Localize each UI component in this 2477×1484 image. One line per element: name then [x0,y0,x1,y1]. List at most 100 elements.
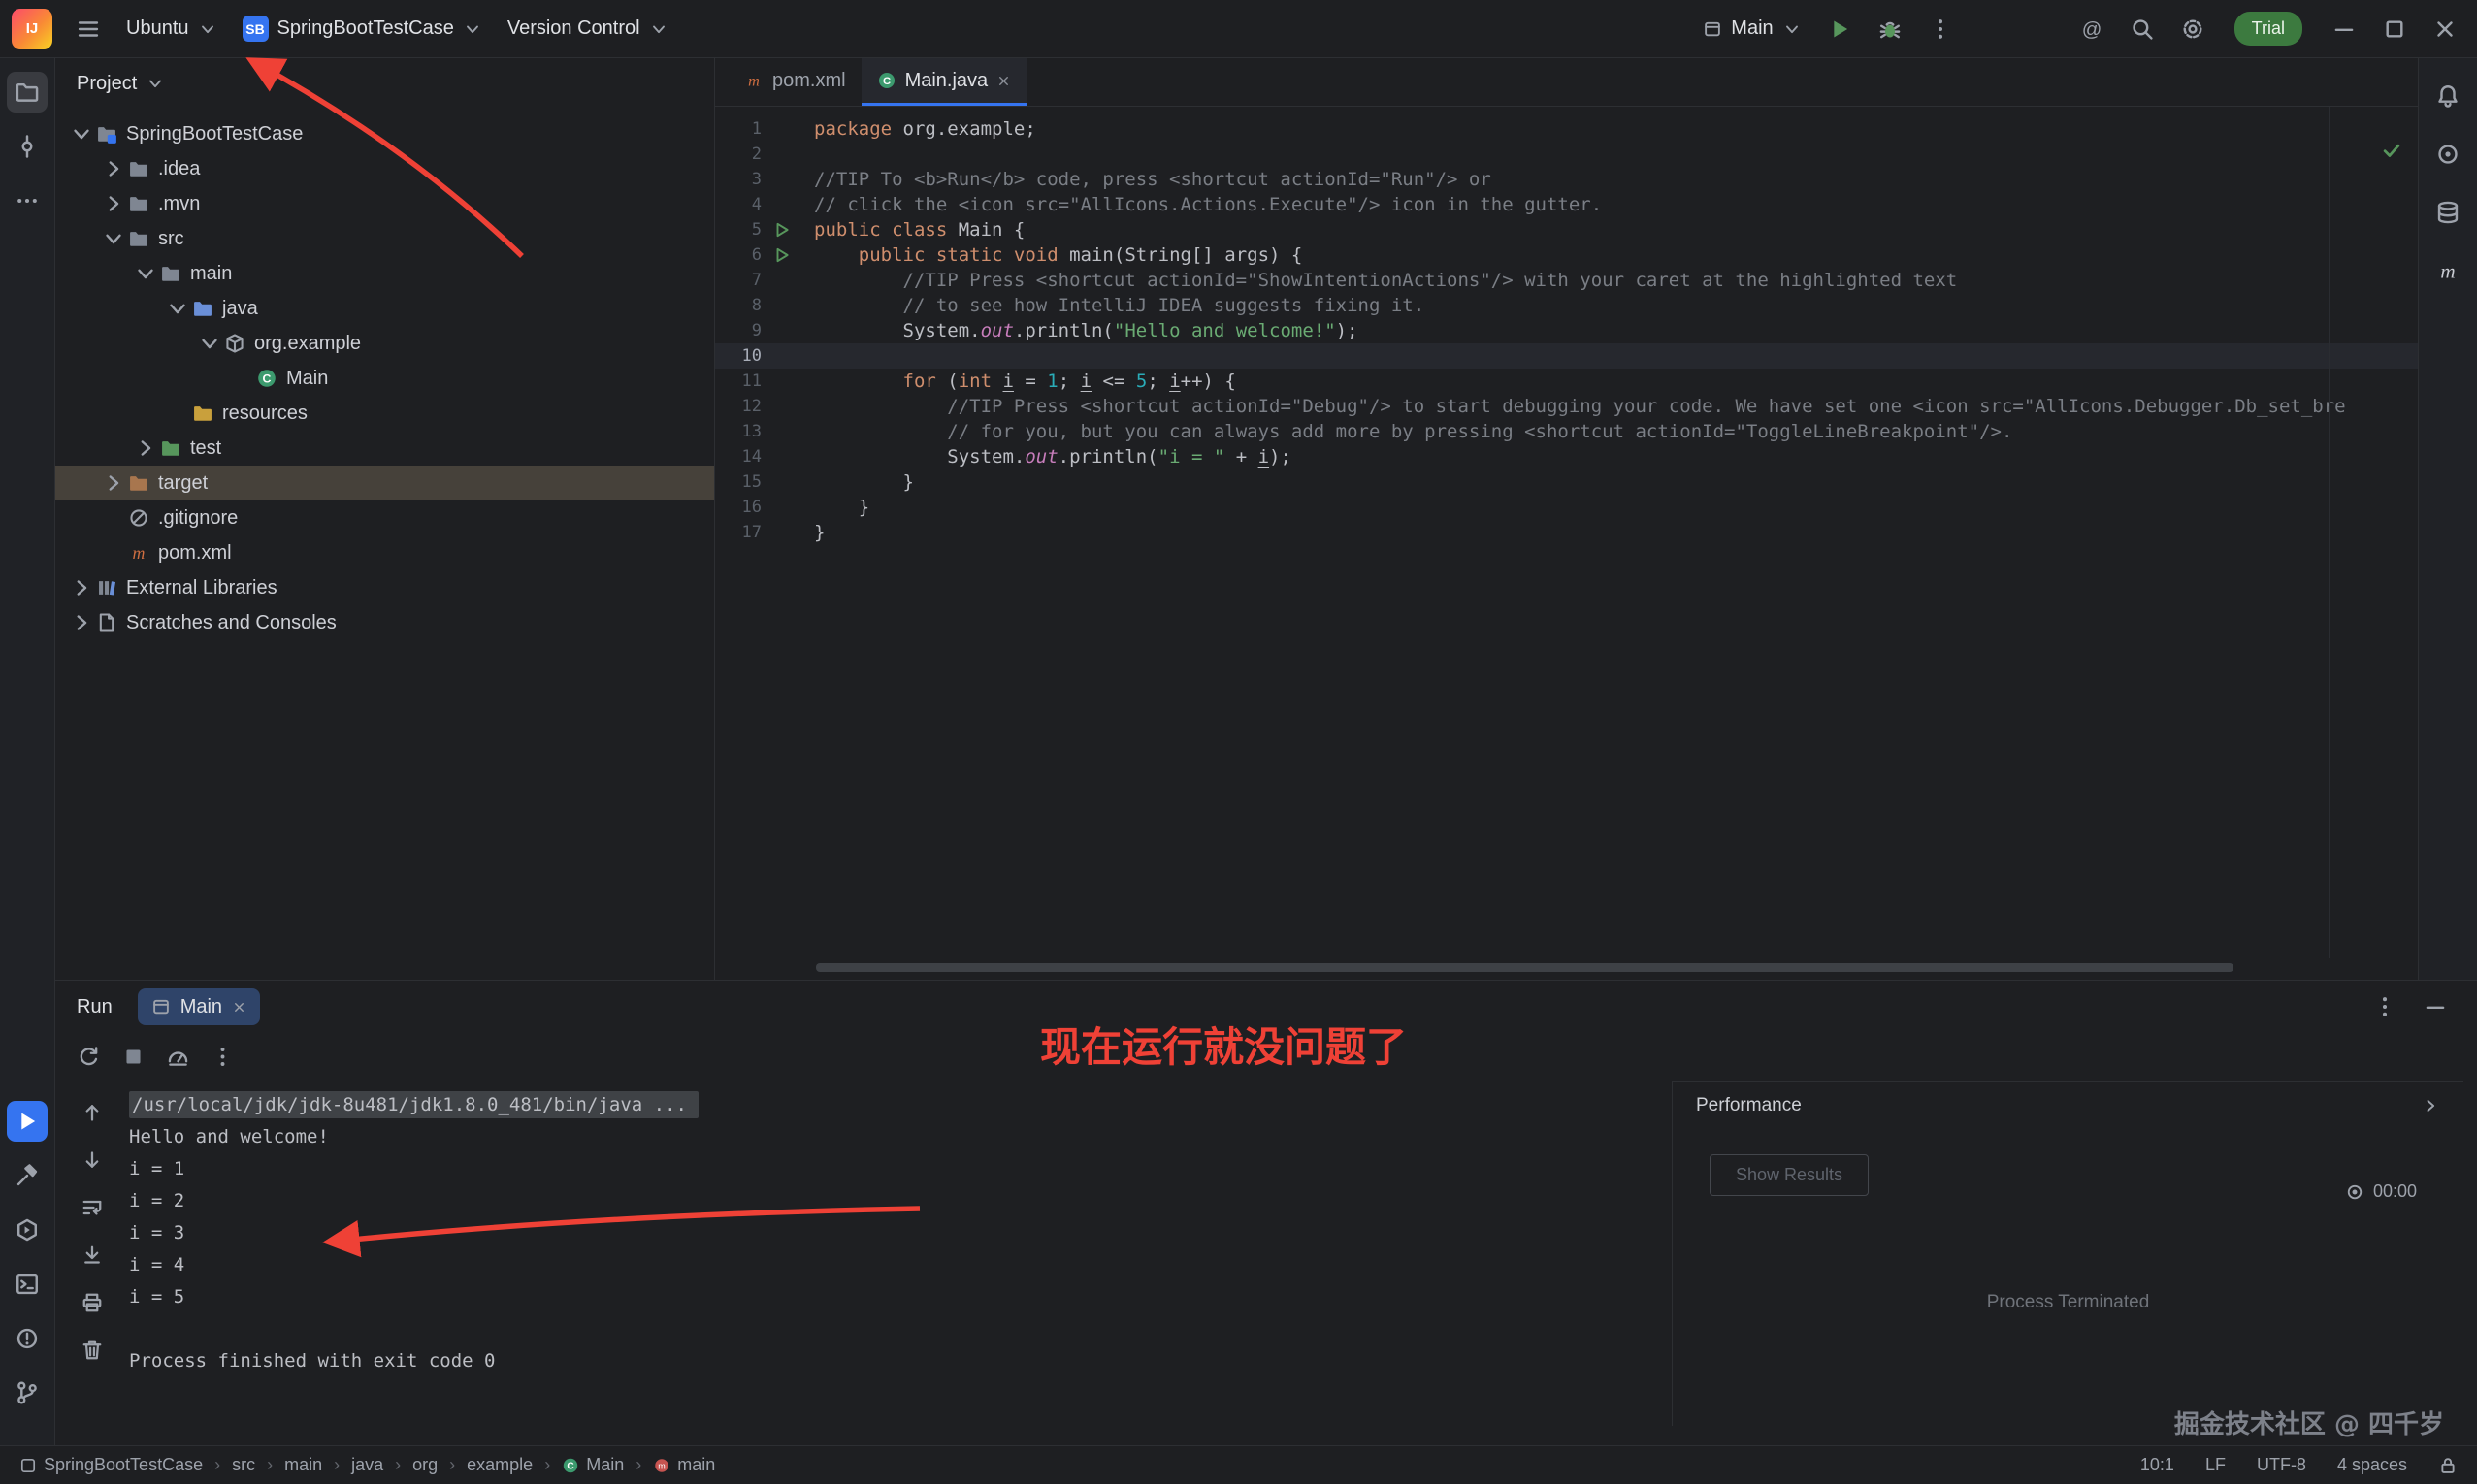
trial-badge[interactable]: Trial [2234,12,2302,46]
code-line-10[interactable]: 10 [715,343,2418,369]
code-line-12[interactable]: 12 //TIP Press <shortcut actionId="Debug… [715,394,2418,419]
chevron-down-icon[interactable] [101,226,126,251]
tree-item-main[interactable]: main [55,256,714,291]
close-tab-icon[interactable] [232,1000,246,1015]
caret-position[interactable]: 10:1 [2140,1455,2174,1475]
tree-item-target[interactable]: target [55,466,714,500]
ai-assistant-button[interactable]: @ [2070,9,2114,49]
code-line-6[interactable]: 6 public static void main(String[] args)… [715,242,2418,268]
run-line-icon[interactable] [762,221,814,239]
scrollbar-thumb[interactable] [816,963,2233,972]
console-output[interactable]: /usr/local/jdk/jdk-8u481/jdk1.8.0_481/bi… [129,1089,1662,1422]
lock-icon[interactable] [2438,1456,2458,1475]
scroll-end-button[interactable] [75,1238,110,1273]
tree-item-main[interactable]: CMain [55,361,714,396]
project-panel-header[interactable]: Project [55,58,714,109]
minimize-button[interactable] [2322,9,2366,49]
tool-button-build[interactable] [7,1155,48,1196]
code-line-5[interactable]: 5public class Main { [715,217,2418,242]
tree-item-idea[interactable]: .idea [55,151,714,186]
chevron-right-icon[interactable] [101,191,126,216]
run-triangle-icon[interactable] [773,221,791,239]
arrow-up-button[interactable] [75,1095,110,1130]
tool-button-services[interactable] [7,1210,48,1250]
code-line-16[interactable]: 16 } [715,495,2418,520]
breadcrumb-project[interactable]: SpringBootTestCase [19,1455,203,1475]
code-line-7[interactable]: 7 //TIP Press <shortcut actionId="ShowIn… [715,268,2418,293]
maximize-button[interactable] [2372,9,2417,49]
chevron-down-icon[interactable] [197,331,222,356]
hide-panel-icon[interactable] [2423,994,2448,1019]
trash-button[interactable] [75,1333,110,1368]
stop-button[interactable] [115,1039,150,1074]
vcs-widget[interactable]: Version Control [498,9,678,49]
tool-button-problems[interactable] [7,1318,48,1359]
main-menu-button[interactable] [66,9,111,49]
breadcrumb-method[interactable]: mmain [653,1455,715,1475]
chevron-right-icon[interactable] [101,470,126,496]
run-line-icon[interactable] [762,246,814,264]
breadcrumb-class[interactable]: CMain [562,1455,624,1475]
code-line-4[interactable]: 4// click the <icon src="AllIcons.Action… [715,192,2418,217]
code-line-17[interactable]: 17} [715,520,2418,545]
breadcrumb-java[interactable]: java [351,1455,383,1475]
tree-item-mvn[interactable]: .mvn [55,186,714,221]
code-line-3[interactable]: 3//TIP To <b>Run</b> code, press <shortc… [715,167,2418,192]
project-widget[interactable]: Ubuntu [116,9,227,49]
code-editor[interactable]: 1package org.example;23//TIP To <b>Run</… [715,107,2418,958]
breadcrumb-org[interactable]: org [412,1455,438,1475]
chevron-right-icon[interactable] [69,575,94,600]
print-button[interactable] [75,1285,110,1320]
chevron-right-icon[interactable] [133,436,158,461]
gauge-button[interactable] [160,1039,195,1074]
line-separator[interactable]: LF [2205,1455,2226,1475]
tree-item-scratches-and-consoles[interactable]: Scratches and Consoles [55,605,714,640]
more-actions-button[interactable] [1918,9,1963,49]
tree-item-pom-xml[interactable]: mpom.xml [55,535,714,570]
tree-item-resources[interactable]: resources [55,396,714,431]
code-line-14[interactable]: 14 System.out.println("i = " + i); [715,444,2418,469]
tool-button-code-with-me[interactable] [2428,134,2468,175]
editor-horizontal-scrollbar[interactable] [816,963,2233,972]
chevron-down-icon[interactable] [69,121,94,146]
breadcrumb-example[interactable]: example [467,1455,533,1475]
tool-button-maven[interactable]: m [2428,250,2468,291]
tool-button-notifications[interactable] [2428,76,2468,116]
debug-button[interactable] [1868,9,1912,49]
tool-button-run[interactable] [7,1101,48,1142]
run-config-selector[interactable]: Main [1693,9,1810,49]
code-line-9[interactable]: 9 System.out.println("Hello and welcome!… [715,318,2418,343]
soft-wrap-button[interactable] [75,1190,110,1225]
tool-button-project[interactable] [7,72,48,113]
kebab-button[interactable] [205,1039,240,1074]
chevron-right-icon[interactable] [101,156,126,181]
inspections-ok-icon[interactable] [2381,140,2402,161]
editor-tab-main-java[interactable]: CMain.java [862,58,1027,106]
chevron-right-icon[interactable] [69,610,94,635]
rerun-button[interactable] [71,1039,106,1074]
code-line-1[interactable]: 1package org.example; [715,116,2418,142]
editor-tab-pom-xml[interactable]: mpom.xml [729,58,862,106]
tool-button-commit[interactable] [7,126,48,167]
breadcrumb-src[interactable]: src [232,1455,255,1475]
code-line-2[interactable]: 2 [715,142,2418,167]
code-line-11[interactable]: 11 for (int i = 1; i <= 5; i++) { [715,369,2418,394]
tool-button-more-tool-windows[interactable] [7,180,48,221]
chevron-down-icon[interactable] [165,296,190,321]
run-panel-options-icon[interactable] [2372,994,2397,1019]
close-tab-icon[interactable] [996,74,1011,88]
close-button[interactable] [2423,9,2467,49]
run-triangle-icon[interactable] [773,246,791,264]
collapse-performance-icon[interactable] [2421,1096,2440,1115]
tool-button-version-control[interactable] [7,1372,48,1413]
tree-item-java[interactable]: java [55,291,714,326]
file-encoding[interactable]: UTF-8 [2257,1455,2306,1475]
search-everywhere-button[interactable] [2120,9,2165,49]
module-widget[interactable]: SB SpringBootTestCase [233,9,492,49]
tool-button-terminal[interactable] [7,1264,48,1305]
settings-button[interactable] [2170,9,2215,49]
chevron-down-icon[interactable] [133,261,158,286]
tree-item-src[interactable]: src [55,221,714,256]
code-line-15[interactable]: 15 } [715,469,2418,495]
run-button[interactable] [1817,9,1862,49]
